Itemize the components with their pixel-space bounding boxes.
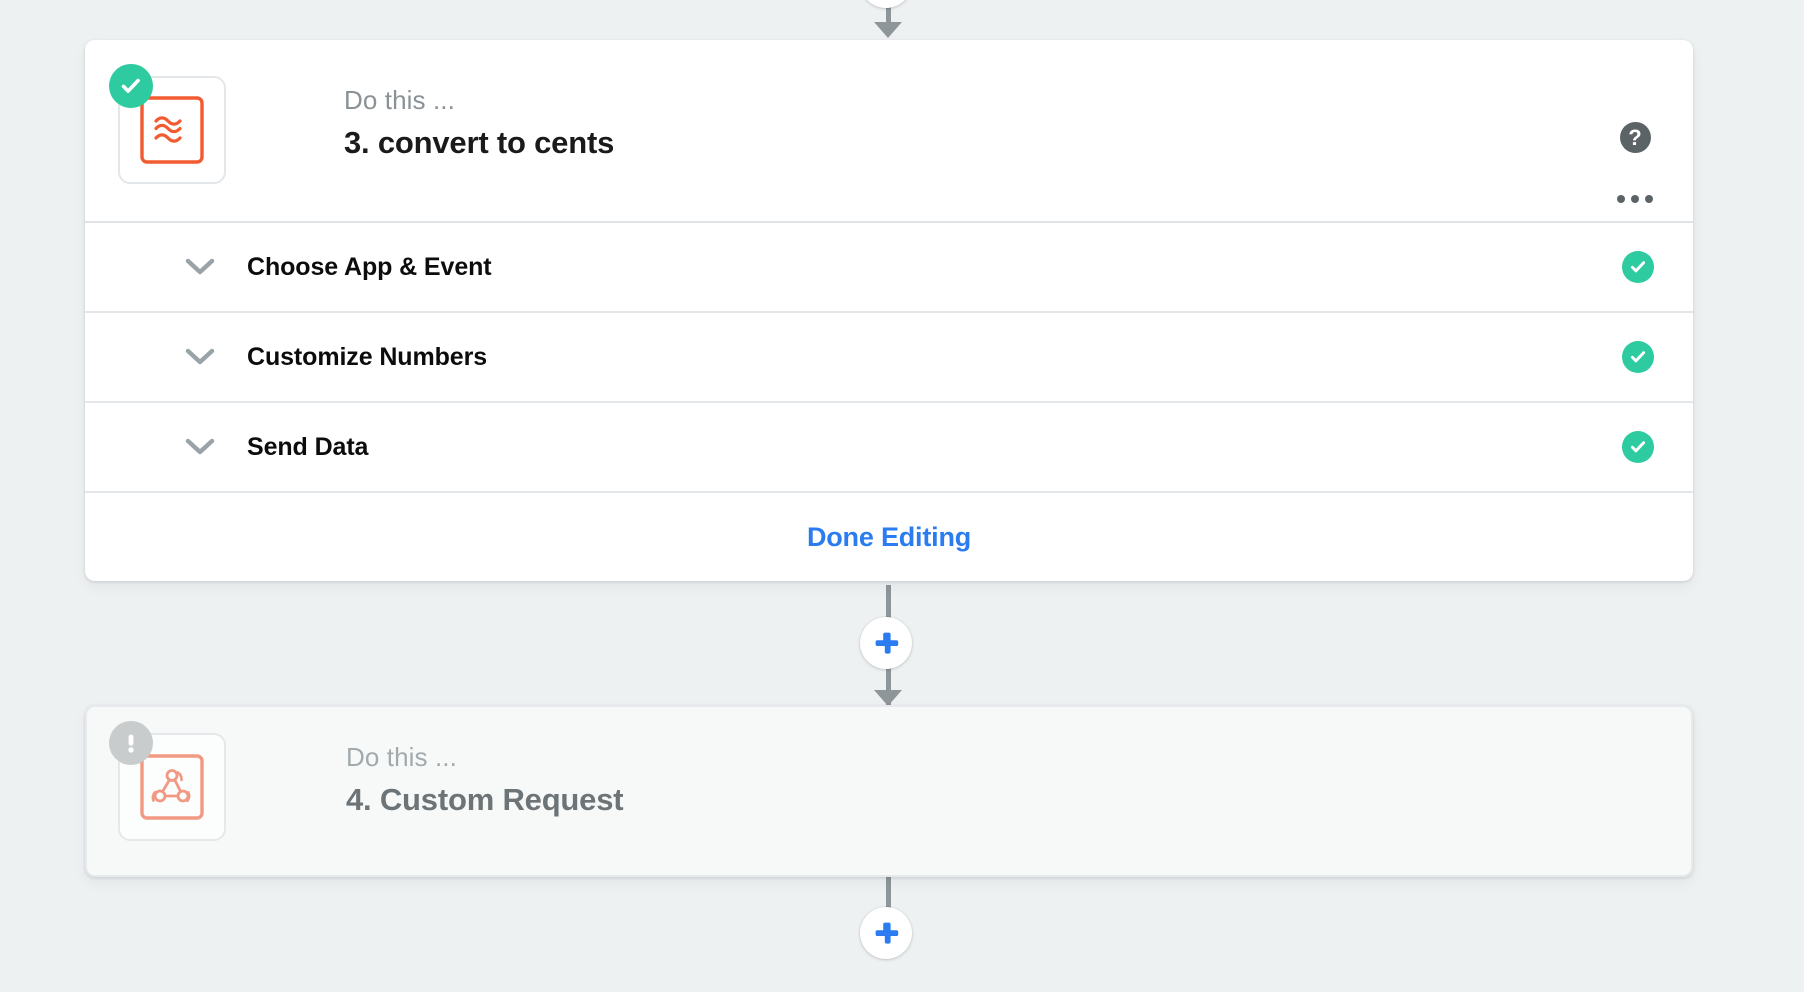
ellipsis-dot — [1617, 195, 1625, 203]
step-eyebrow: Do this ... — [344, 85, 455, 115]
step-card-header: Do this ... 3. convert to cents ? — [85, 40, 1693, 223]
status-badge — [109, 721, 153, 765]
section-row-send-data[interactable]: Send Data — [85, 403, 1693, 493]
exclamation-icon — [128, 734, 134, 753]
step-eyebrow: Do this ... — [346, 742, 457, 772]
section-label: Customize Numbers — [247, 342, 488, 371]
check-icon — [121, 78, 140, 93]
section-status-check-circle-icon — [1622, 431, 1654, 463]
section-label: Choose App & Event — [247, 252, 492, 281]
chevron-down-icon — [185, 258, 215, 276]
connector-arrow-into-step-4 — [874, 690, 902, 706]
done-editing-button[interactable]: Done Editing — [807, 522, 971, 553]
ellipsis-dot — [1631, 195, 1639, 203]
step-card-4[interactable]: Do this ... 4. Custom Request — [85, 705, 1693, 877]
add-step-button-middle[interactable] — [860, 617, 912, 669]
help-icon[interactable]: ? — [1619, 122, 1651, 153]
section-label: Send Data — [247, 432, 369, 461]
step-title: 4. Custom Request — [346, 781, 624, 817]
formatter-waves-icon — [140, 96, 204, 164]
section-row-customize-numbers[interactable]: Customize Numbers — [85, 313, 1693, 403]
add-step-button-top[interactable] — [860, 0, 912, 8]
connector-arrow-into-step-3 — [874, 22, 902, 38]
done-editing-row: Done Editing — [85, 493, 1693, 581]
chevron-down-icon — [185, 438, 215, 456]
plus-icon — [875, 922, 899, 944]
zap-editor-canvas: Do this ... 3. convert to cents ? Choose… — [0, 0, 1804, 992]
section-status-check-circle-icon — [1622, 341, 1654, 373]
webhooks-icon — [140, 754, 204, 820]
ellipsis-dot — [1645, 195, 1653, 203]
step-card-3[interactable]: Do this ... 3. convert to cents ? Choose… — [85, 40, 1693, 581]
section-row-choose-app-event[interactable]: Choose App & Event — [85, 223, 1693, 313]
chevron-down-icon — [185, 348, 215, 366]
step-header-actions: ? — [1617, 122, 1653, 209]
add-step-button-bottom[interactable] — [860, 907, 912, 959]
section-status-check-circle-icon — [1622, 251, 1654, 283]
step-heading-group: Do this ... 4. Custom Request — [346, 739, 624, 823]
step-heading-group: Do this ... 3. convert to cents — [344, 82, 614, 166]
ellipsis-icon[interactable] — [1617, 189, 1653, 209]
plus-icon — [875, 632, 899, 654]
step-title: 3. convert to cents — [344, 124, 615, 160]
status-badge — [109, 64, 153, 108]
